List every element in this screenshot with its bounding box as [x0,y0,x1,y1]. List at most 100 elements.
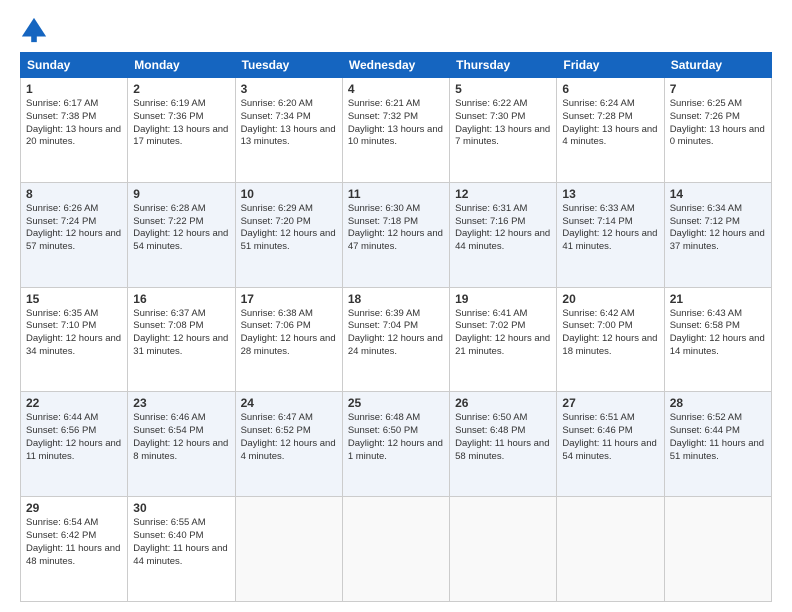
calendar-day-10: 10 Sunrise: 6:29 AM Sunset: 7:20 PM Dayl… [235,182,342,287]
daylight-label: Daylight: 13 hours and 4 minutes. [562,124,657,148]
calendar-day-14: 14 Sunrise: 6:34 AM Sunset: 7:12 PM Dayl… [664,182,771,287]
daylight-label: Daylight: 12 hours and 21 minutes. [455,333,550,357]
sunset-label: Sunset: 7:36 PM [133,111,203,122]
sunset-label: Sunset: 7:34 PM [241,111,311,122]
empty-cell [557,497,664,602]
empty-cell [450,497,557,602]
daylight-label: Daylight: 12 hours and 34 minutes. [26,333,121,357]
day-info: Sunrise: 6:35 AM Sunset: 7:10 PM Dayligh… [26,308,122,359]
page: SundayMondayTuesdayWednesdayThursdayFrid… [0,0,792,612]
calendar-day-17: 17 Sunrise: 6:38 AM Sunset: 7:06 PM Dayl… [235,287,342,392]
daylight-label: Daylight: 11 hours and 48 minutes. [26,543,120,567]
sunrise-label: Sunrise: 6:47 AM [241,412,313,423]
day-info: Sunrise: 6:54 AM Sunset: 6:42 PM Dayligh… [26,517,122,568]
day-info: Sunrise: 6:29 AM Sunset: 7:20 PM Dayligh… [241,203,337,254]
day-number: 7 [670,82,766,96]
day-number: 29 [26,501,122,515]
day-number: 1 [26,82,122,96]
day-info: Sunrise: 6:31 AM Sunset: 7:16 PM Dayligh… [455,203,551,254]
calendar-day-11: 11 Sunrise: 6:30 AM Sunset: 7:18 PM Dayl… [342,182,449,287]
sunset-label: Sunset: 6:48 PM [455,425,525,436]
sunrise-label: Sunrise: 6:31 AM [455,203,527,214]
day-number: 24 [241,396,337,410]
day-number: 6 [562,82,658,96]
daylight-label: Daylight: 12 hours and 31 minutes. [133,333,228,357]
day-info: Sunrise: 6:28 AM Sunset: 7:22 PM Dayligh… [133,203,229,254]
sunset-label: Sunset: 7:02 PM [455,320,525,331]
calendar-day-2: 2 Sunrise: 6:19 AM Sunset: 7:36 PM Dayli… [128,78,235,183]
calendar-day-26: 26 Sunrise: 6:50 AM Sunset: 6:48 PM Dayl… [450,392,557,497]
day-info: Sunrise: 6:17 AM Sunset: 7:38 PM Dayligh… [26,98,122,149]
day-number: 18 [348,292,444,306]
sunrise-label: Sunrise: 6:35 AM [26,308,98,319]
day-number: 28 [670,396,766,410]
day-number: 30 [133,501,229,515]
dow-tuesday: Tuesday [235,53,342,78]
sunrise-label: Sunrise: 6:22 AM [455,98,527,109]
calendar-table: SundayMondayTuesdayWednesdayThursdayFrid… [20,52,772,602]
day-info: Sunrise: 6:21 AM Sunset: 7:32 PM Dayligh… [348,98,444,149]
sunset-label: Sunset: 7:14 PM [562,216,632,227]
day-info: Sunrise: 6:41 AM Sunset: 7:02 PM Dayligh… [455,308,551,359]
day-info: Sunrise: 6:39 AM Sunset: 7:04 PM Dayligh… [348,308,444,359]
day-info: Sunrise: 6:42 AM Sunset: 7:00 PM Dayligh… [562,308,658,359]
sunset-label: Sunset: 6:56 PM [26,425,96,436]
sunset-label: Sunset: 6:42 PM [26,530,96,541]
calendar-week-5: 29 Sunrise: 6:54 AM Sunset: 6:42 PM Dayl… [21,497,772,602]
daylight-label: Daylight: 12 hours and 4 minutes. [241,438,336,462]
day-number: 23 [133,396,229,410]
sunrise-label: Sunrise: 6:39 AM [348,308,420,319]
sunrise-label: Sunrise: 6:25 AM [670,98,742,109]
sunset-label: Sunset: 7:32 PM [348,111,418,122]
day-of-week-header: SundayMondayTuesdayWednesdayThursdayFrid… [21,53,772,78]
calendar-day-18: 18 Sunrise: 6:39 AM Sunset: 7:04 PM Dayl… [342,287,449,392]
day-info: Sunrise: 6:44 AM Sunset: 6:56 PM Dayligh… [26,412,122,463]
day-number: 10 [241,187,337,201]
sunset-label: Sunset: 7:28 PM [562,111,632,122]
calendar-day-16: 16 Sunrise: 6:37 AM Sunset: 7:08 PM Dayl… [128,287,235,392]
day-number: 21 [670,292,766,306]
sunset-label: Sunset: 7:12 PM [670,216,740,227]
sunset-label: Sunset: 7:08 PM [133,320,203,331]
daylight-label: Daylight: 11 hours and 44 minutes. [133,543,227,567]
day-number: 8 [26,187,122,201]
sunset-label: Sunset: 6:54 PM [133,425,203,436]
calendar-day-27: 27 Sunrise: 6:51 AM Sunset: 6:46 PM Dayl… [557,392,664,497]
calendar-week-3: 15 Sunrise: 6:35 AM Sunset: 7:10 PM Dayl… [21,287,772,392]
calendar-week-2: 8 Sunrise: 6:26 AM Sunset: 7:24 PM Dayli… [21,182,772,287]
calendar-day-13: 13 Sunrise: 6:33 AM Sunset: 7:14 PM Dayl… [557,182,664,287]
sunset-label: Sunset: 7:26 PM [670,111,740,122]
sunrise-label: Sunrise: 6:41 AM [455,308,527,319]
dow-sunday: Sunday [21,53,128,78]
day-info: Sunrise: 6:33 AM Sunset: 7:14 PM Dayligh… [562,203,658,254]
calendar-week-1: 1 Sunrise: 6:17 AM Sunset: 7:38 PM Dayli… [21,78,772,183]
day-number: 26 [455,396,551,410]
sunrise-label: Sunrise: 6:17 AM [26,98,98,109]
daylight-label: Daylight: 12 hours and 18 minutes. [562,333,657,357]
day-number: 14 [670,187,766,201]
calendar-week-4: 22 Sunrise: 6:44 AM Sunset: 6:56 PM Dayl… [21,392,772,497]
day-number: 16 [133,292,229,306]
day-number: 20 [562,292,658,306]
calendar-day-6: 6 Sunrise: 6:24 AM Sunset: 7:28 PM Dayli… [557,78,664,183]
sunset-label: Sunset: 7:30 PM [455,111,525,122]
sunrise-label: Sunrise: 6:33 AM [562,203,634,214]
day-info: Sunrise: 6:37 AM Sunset: 7:08 PM Dayligh… [133,308,229,359]
calendar-day-4: 4 Sunrise: 6:21 AM Sunset: 7:32 PM Dayli… [342,78,449,183]
daylight-label: Daylight: 11 hours and 58 minutes. [455,438,549,462]
sunrise-label: Sunrise: 6:37 AM [133,308,205,319]
day-number: 12 [455,187,551,201]
day-number: 5 [455,82,551,96]
sunrise-label: Sunrise: 6:34 AM [670,203,742,214]
calendar-day-9: 9 Sunrise: 6:28 AM Sunset: 7:22 PM Dayli… [128,182,235,287]
sunrise-label: Sunrise: 6:55 AM [133,517,205,528]
calendar-day-3: 3 Sunrise: 6:20 AM Sunset: 7:34 PM Dayli… [235,78,342,183]
sunset-label: Sunset: 7:22 PM [133,216,203,227]
sunset-label: Sunset: 7:38 PM [26,111,96,122]
day-number: 25 [348,396,444,410]
sunrise-label: Sunrise: 6:21 AM [348,98,420,109]
empty-cell [342,497,449,602]
sunrise-label: Sunrise: 6:50 AM [455,412,527,423]
calendar-day-24: 24 Sunrise: 6:47 AM Sunset: 6:52 PM Dayl… [235,392,342,497]
calendar-body: 1 Sunrise: 6:17 AM Sunset: 7:38 PM Dayli… [21,78,772,602]
